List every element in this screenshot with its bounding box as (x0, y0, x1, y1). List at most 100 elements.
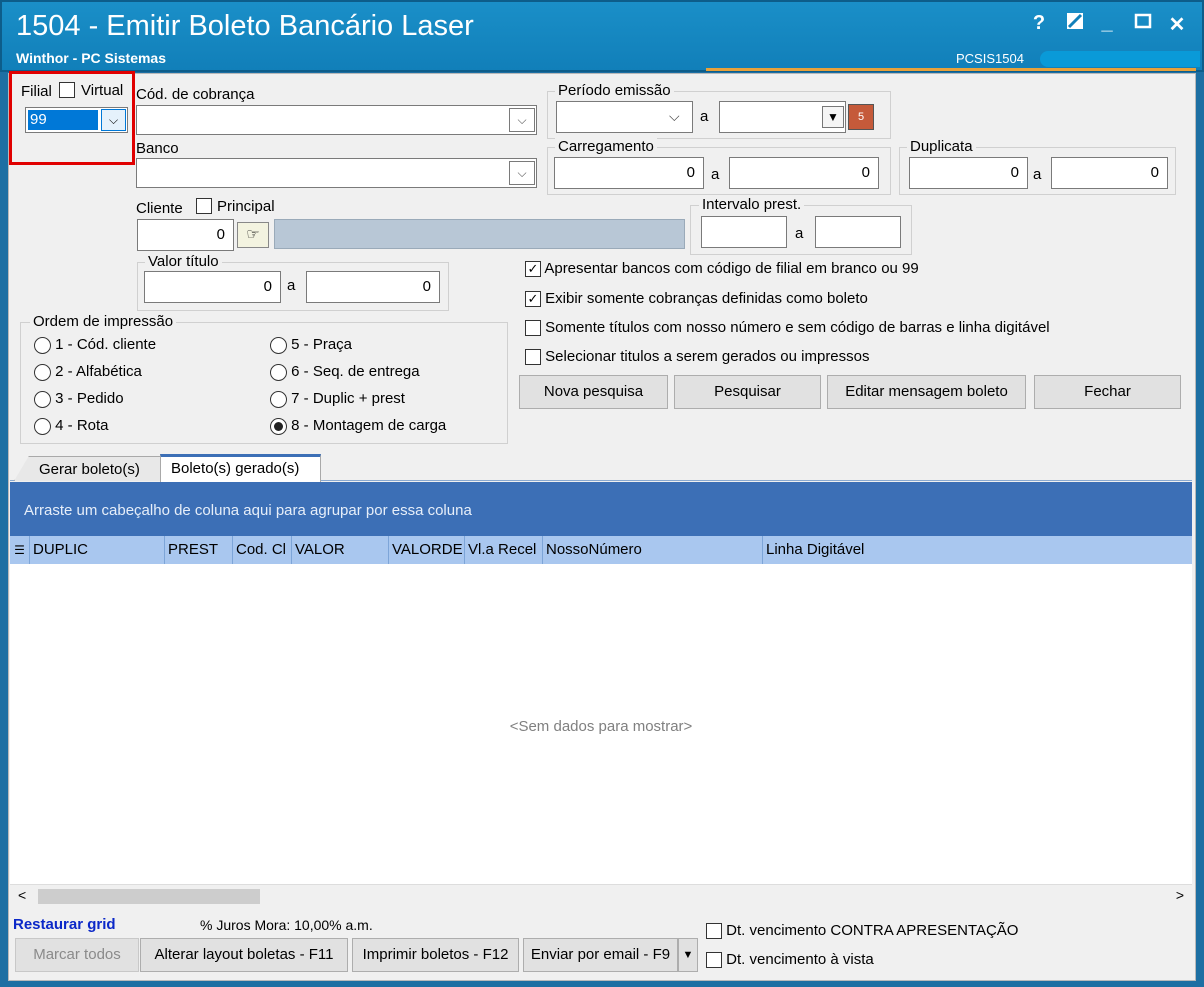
radio-icon[interactable] (34, 390, 51, 408)
column-vl-a-receber[interactable]: Vl.a Recel (465, 536, 543, 564)
principal-checkbox[interactable] (196, 198, 212, 214)
virtual-checkbox[interactable] (59, 82, 75, 98)
radio-icon[interactable] (270, 336, 287, 354)
carregamento-sep: a (711, 166, 720, 183)
imprimir-boletos-button[interactable]: Imprimir boletos - F12 (352, 938, 519, 972)
radio-ordem-4[interactable]: 4 - Rota (34, 417, 109, 435)
marcar-todos-button[interactable]: Marcar todos (15, 938, 139, 972)
enviar-email-button[interactable]: Enviar por email - F9 (523, 938, 678, 972)
column-nosso-numero[interactable]: NossoNúmero (543, 536, 763, 564)
duplicata-label: Duplicata (907, 138, 976, 155)
fechar-button[interactable]: Fechar (1034, 375, 1181, 409)
duplicata-sep: a (1033, 166, 1042, 183)
column-valor[interactable]: VALOR (292, 536, 389, 564)
chevron-down-icon[interactable]: ⌵ (669, 108, 680, 125)
column-cod-cl[interactable]: Cod. Cl (233, 536, 292, 564)
virtual-label: Virtual (81, 82, 124, 99)
minimize-icon[interactable]: _ (1094, 12, 1120, 35)
filial-select[interactable]: 99 ⌵ (25, 107, 128, 133)
alterar-layout-button[interactable]: Alterar layout boletas - F11 (140, 938, 348, 972)
radio-icon[interactable] (270, 390, 287, 408)
editar-mensagem-button[interactable]: Editar mensagem boleto (827, 375, 1026, 409)
principal-label: Principal (217, 198, 275, 215)
window-subtitle: Winthor - PC Sistemas (16, 50, 167, 66)
checkbox-checked-icon[interactable]: ✓ (525, 291, 541, 308)
column-duplic[interactable]: DUPLIC (30, 536, 165, 564)
scroll-right-icon[interactable]: > (1176, 887, 1184, 903)
banco-select[interactable] (136, 158, 537, 188)
maximize-icon[interactable] (1130, 12, 1156, 36)
accent-line (706, 68, 1196, 71)
column-linha-digitavel[interactable]: Linha Digitável (763, 536, 1192, 564)
chevron-down-icon[interactable]: ⌵ (509, 161, 535, 185)
carregamento-from-input[interactable]: 0 (554, 157, 704, 189)
dt-vencimento-vista[interactable]: Dt. vencimento à vista (706, 951, 874, 969)
radio-ordem-1[interactable]: 1 - Cód. cliente (34, 336, 156, 354)
code-bar (1040, 51, 1200, 67)
nova-pesquisa-button[interactable]: Nova pesquisa (519, 375, 668, 409)
option-nosso-numero[interactable]: Somente títulos com nosso número e sem c… (525, 319, 1050, 337)
restore-icon[interactable] (1062, 12, 1088, 36)
option-filial-branco[interactable]: ✓ Apresentar bancos com código de filial… (525, 260, 919, 278)
juros-mora-text: % Juros Mora: 10,00% a.m. (200, 917, 373, 933)
group-by-panel[interactable]: Arraste um cabeçalho de coluna aqui para… (10, 482, 1192, 536)
option-somente-boleto[interactable]: ✓ Exibir somente cobranças definidas com… (525, 290, 868, 308)
checkbox-checked-icon[interactable]: ✓ (525, 261, 541, 278)
carregamento-to-input[interactable]: 0 (729, 157, 879, 189)
column-valorde[interactable]: VALORDE (389, 536, 465, 564)
ordem-label: Ordem de impressão (30, 313, 177, 330)
cod-cobranca-select[interactable] (136, 105, 537, 135)
radio-icon[interactable] (270, 363, 287, 381)
radio-selected-icon[interactable] (270, 417, 287, 435)
cliente-input[interactable]: 0 (137, 219, 234, 251)
dropdown-arrow-icon[interactable]: ▼ (822, 106, 844, 128)
restaurar-grid-link[interactable]: Restaurar grid (13, 916, 116, 933)
checkbox-icon[interactable] (525, 320, 541, 337)
banco-label: Banco (136, 140, 179, 157)
checkbox-icon[interactable] (525, 349, 541, 366)
scrollbar-thumb[interactable] (38, 889, 260, 904)
close-icon[interactable]: ✕ (1164, 12, 1190, 37)
grid-header: ☰ DUPLIC PREST Cod. Cl VALOR VALORDE Vl.… (10, 536, 1192, 564)
periodo-label: Período emissão (555, 82, 674, 99)
filial-value: 99 (28, 110, 98, 130)
column-prest[interactable]: PREST (165, 536, 233, 564)
search-client-icon[interactable]: ☞ (237, 222, 269, 248)
dt-contra-apresentacao[interactable]: Dt. vencimento CONTRA APRESENTAÇÃO (706, 922, 1018, 940)
radio-icon[interactable] (34, 336, 51, 354)
help-icon[interactable]: ? (1026, 12, 1052, 35)
cliente-name-field (274, 219, 685, 249)
radio-ordem-2[interactable]: 2 - Alfabética (34, 363, 142, 381)
scroll-left-icon[interactable]: < (18, 887, 26, 903)
checkbox-icon[interactable] (706, 952, 722, 969)
option-selecionar-titulos[interactable]: Selecionar titulos a serem gerados ou im… (525, 348, 870, 366)
duplicata-to-input[interactable]: 0 (1051, 157, 1168, 189)
horizontal-scrollbar[interactable]: < > (10, 884, 1192, 908)
valor-sep: a (287, 277, 296, 294)
intervalo-to-input[interactable] (815, 216, 901, 248)
intervalo-from-input[interactable] (701, 216, 787, 248)
radio-ordem-6[interactable]: 6 - Seq. de entrega (270, 363, 420, 381)
radio-icon[interactable] (34, 363, 51, 381)
radio-icon[interactable] (34, 417, 51, 435)
radio-ordem-8[interactable]: 8 - Montagem de carga (270, 417, 446, 435)
column-chooser-icon[interactable]: ☰ (10, 536, 30, 564)
radio-ordem-5[interactable]: 5 - Praça (270, 336, 352, 354)
duplicata-from-input[interactable]: 0 (909, 157, 1028, 189)
radio-ordem-7[interactable]: 7 - Duplic + prest (270, 390, 405, 408)
periodo-sep: a (700, 108, 709, 125)
chevron-down-icon[interactable]: ⌵ (101, 109, 126, 131)
checkbox-icon[interactable] (706, 923, 722, 940)
dropdown-arrow-icon[interactable]: ▼ (678, 938, 698, 972)
empty-message: <Sem dados para mostrar> (509, 718, 693, 735)
pesquisar-button[interactable]: Pesquisar (674, 375, 821, 409)
tab-gerar-boletos[interactable]: Gerar boleto(s) (14, 456, 162, 481)
calendar-icon[interactable]: 5 (848, 104, 874, 130)
valor-from-input[interactable]: 0 (144, 271, 281, 303)
chevron-down-icon[interactable]: ⌵ (509, 108, 535, 132)
cliente-label: Cliente (136, 200, 183, 217)
program-code: PCSIS1504 (956, 51, 1024, 66)
tab-boletos-gerados[interactable]: Boleto(s) gerado(s) (160, 454, 321, 482)
valor-to-input[interactable]: 0 (306, 271, 440, 303)
radio-ordem-3[interactable]: 3 - Pedido (34, 390, 124, 408)
